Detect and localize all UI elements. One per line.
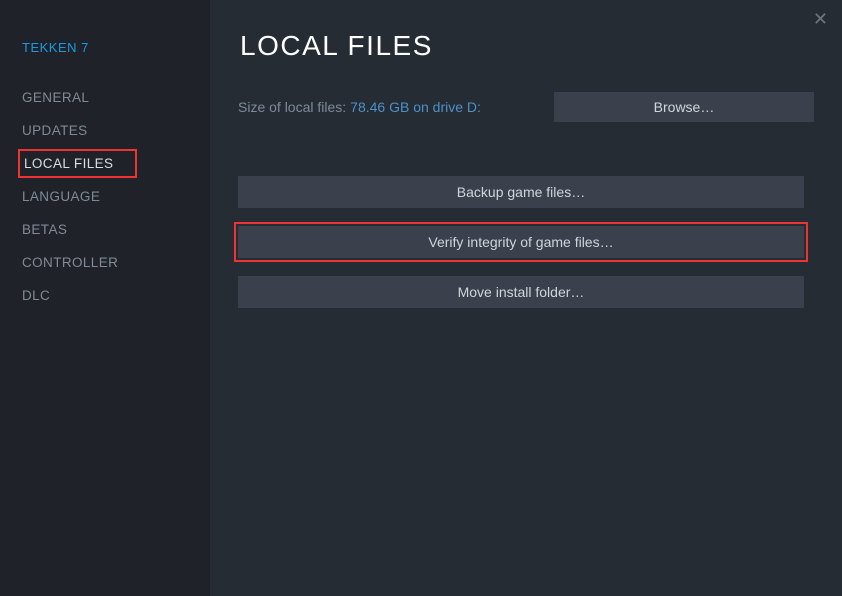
close-icon[interactable]: ✕ bbox=[809, 6, 832, 32]
size-value[interactable]: 78.46 GB on drive D: bbox=[350, 99, 481, 115]
move-install-folder-button[interactable]: Move install folder… bbox=[238, 276, 804, 308]
game-title: TEKKEN 7 bbox=[22, 40, 210, 55]
nav-item-general[interactable]: GENERAL bbox=[22, 83, 95, 112]
nav-item-local-files[interactable]: LOCAL FILES bbox=[18, 149, 137, 178]
size-label: Size of local files: bbox=[238, 99, 346, 115]
sidebar: TEKKEN 7 GENERAL UPDATES LOCAL FILES LAN… bbox=[0, 0, 210, 596]
backup-button[interactable]: Backup game files… bbox=[238, 176, 804, 208]
verify-integrity-button[interactable]: Verify integrity of game files… bbox=[238, 226, 804, 258]
page-title: LOCAL FILES bbox=[240, 30, 814, 62]
size-info-row: Size of local files: 78.46 GB on drive D… bbox=[238, 92, 814, 122]
nav-item-updates[interactable]: UPDATES bbox=[22, 116, 94, 145]
nav-item-dlc[interactable]: DLC bbox=[22, 281, 56, 310]
main-panel: ✕ LOCAL FILES Size of local files: 78.46… bbox=[210, 0, 842, 596]
browse-button[interactable]: Browse… bbox=[554, 92, 814, 122]
nav-item-betas[interactable]: BETAS bbox=[22, 215, 73, 244]
nav-item-language[interactable]: LANGUAGE bbox=[22, 182, 106, 211]
nav-item-controller[interactable]: CONTROLLER bbox=[22, 248, 124, 277]
